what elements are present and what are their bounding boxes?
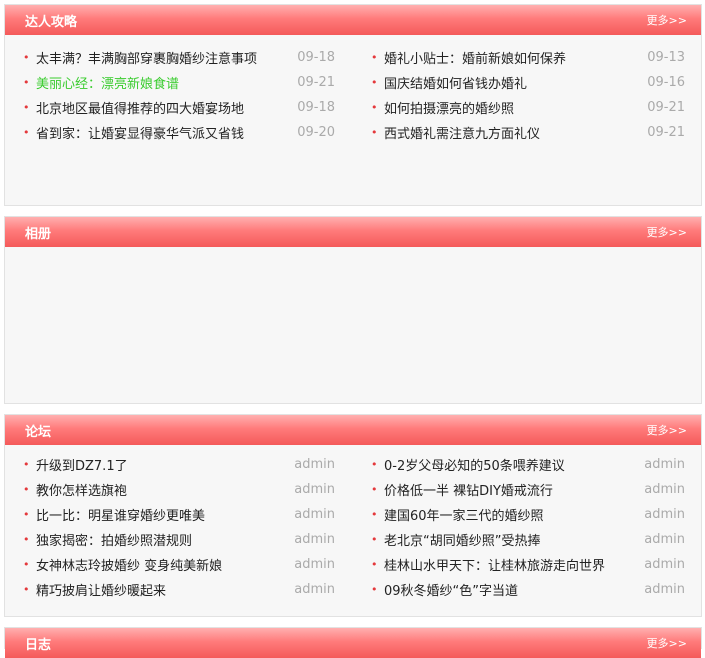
thread-link[interactable]: 桂林山水甲天下：让桂林旅游走向世界 xyxy=(384,555,637,574)
list-item: • 建国60年一家三代的婚纱照 admin xyxy=(371,502,685,527)
bullet-icon: • xyxy=(23,126,30,139)
article-link[interactable]: 北京地区最值得推荐的四大婚宴场地 xyxy=(36,98,287,117)
article-date: 09-13 xyxy=(647,50,685,65)
article-link[interactable]: 如何拍摄漂亮的婚纱照 xyxy=(384,98,637,117)
list-item: • 老北京“胡同婚纱照”受热捧 admin xyxy=(371,527,685,552)
bullet-icon: • xyxy=(23,558,30,571)
thread-author[interactable]: admin xyxy=(287,457,335,472)
bullet-icon: • xyxy=(371,558,378,571)
thread-author[interactable]: admin xyxy=(637,457,685,472)
list-item: • 婚礼小贴士：婚前新娘如何保养 09-13 xyxy=(371,45,685,70)
thread-author[interactable]: admin xyxy=(287,557,335,572)
bullet-icon: • xyxy=(23,508,30,521)
panel-title: 日志 xyxy=(25,637,52,653)
bullet-icon: • xyxy=(23,533,30,546)
thread-author[interactable]: admin xyxy=(287,482,335,497)
thread-author[interactable]: admin xyxy=(287,507,335,522)
list-item: • 0-2岁父母必知的50条喂养建议 admin xyxy=(371,452,685,477)
thread-link[interactable]: 价格低一半 裸钻DIY婚戒流行 xyxy=(384,480,637,499)
article-link[interactable]: 国庆结婚如何省钱办婚礼 xyxy=(384,73,637,92)
thread-link[interactable]: 独家揭密：拍婚纱照潜规则 xyxy=(36,530,287,549)
article-date: 09-21 xyxy=(297,75,335,90)
list-item: • 比一比：明星谁穿婚纱更唯美 admin xyxy=(23,502,335,527)
thread-link[interactable]: 0-2岁父母必知的50条喂养建议 xyxy=(384,455,637,474)
more-link[interactable]: 更多>> xyxy=(647,12,687,28)
panel-header: 相册 更多>> xyxy=(5,217,701,247)
article-date: 09-21 xyxy=(647,100,685,115)
list-item: • 国庆结婚如何省钱办婚礼 09-16 xyxy=(371,70,685,95)
list-item: • 教你怎样选旗袍 admin xyxy=(23,477,335,502)
forum-panel: 论坛 更多>> • 升级到DZ7.1了 admin • 教你怎样选旗袍 admin • 比… xyxy=(4,414,702,617)
article-date: 09-16 xyxy=(647,75,685,90)
list-item: • 美丽心经：漂亮新娘食谱 09-21 xyxy=(23,70,335,95)
thread-link[interactable]: 精巧披肩让婚纱暖起来 xyxy=(36,580,287,599)
article-link[interactable]: 西式婚礼需注意九方面礼仪 xyxy=(384,123,637,142)
thread-author[interactable]: admin xyxy=(287,582,335,597)
panel-title: 论坛 xyxy=(25,424,52,440)
article-link[interactable]: 美丽心经：漂亮新娘食谱 xyxy=(36,73,287,92)
list-item: • 价格低一半 裸钻DIY婚戒流行 admin xyxy=(371,477,685,502)
list-item: • 09秋冬婚纱“色”字当道 admin xyxy=(371,577,685,602)
more-link[interactable]: 更多>> xyxy=(647,422,687,438)
thread-link[interactable]: 09秋冬婚纱“色”字当道 xyxy=(384,580,637,599)
bullet-icon: • xyxy=(371,101,378,114)
bullet-icon: • xyxy=(23,583,30,596)
thread-link[interactable]: 比一比：明星谁穿婚纱更唯美 xyxy=(36,505,287,524)
more-link[interactable]: 更多>> xyxy=(647,224,687,240)
bullet-icon: • xyxy=(23,458,30,471)
thread-author[interactable]: admin xyxy=(287,532,335,547)
thread-link[interactable]: 女神林志玲披婚纱 变身纯美新娘 xyxy=(36,555,287,574)
bullet-icon: • xyxy=(23,51,30,64)
list-item: • 独家揭密：拍婚纱照潜规则 admin xyxy=(23,527,335,552)
thread-link[interactable]: 老北京“胡同婚纱照”受热捧 xyxy=(384,530,637,549)
bullet-icon: • xyxy=(371,126,378,139)
panel-title: 达人攻略 xyxy=(25,14,78,30)
list-item: • 如何拍摄漂亮的婚纱照 09-21 xyxy=(371,95,685,120)
panel-header: 日志 更多>> xyxy=(5,628,701,658)
bullet-icon: • xyxy=(23,483,30,496)
bullet-icon: • xyxy=(371,483,378,496)
article-link[interactable]: 婚礼小贴士：婚前新娘如何保养 xyxy=(384,48,637,67)
bullet-icon: • xyxy=(371,458,378,471)
list-item: • 北京地区最值得推荐的四大婚宴场地 09-18 xyxy=(23,95,335,120)
thread-link[interactable]: 升级到DZ7.1了 xyxy=(36,455,287,474)
expert-guide-panel: 达人攻略 更多>> • 太丰满？丰满胸部穿裹胸婚纱注意事项 09-18 • 美丽心经：… xyxy=(4,4,702,206)
list-item: • 女神林志玲披婚纱 变身纯美新娘 admin xyxy=(23,552,335,577)
blog-panel: 日志 更多>> xyxy=(4,627,702,658)
list-item: • 西式婚礼需注意九方面礼仪 09-21 xyxy=(371,120,685,145)
panel-header: 论坛 更多>> xyxy=(5,415,701,445)
list-item: • 升级到DZ7.1了 admin xyxy=(23,452,335,477)
thread-author[interactable]: admin xyxy=(637,507,685,522)
bullet-icon: • xyxy=(371,51,378,64)
bullet-icon: • xyxy=(23,76,30,89)
thread-author[interactable]: admin xyxy=(637,557,685,572)
panel-title: 相册 xyxy=(25,226,52,242)
article-link[interactable]: 省到家：让婚宴显得豪华气派又省钱 xyxy=(36,123,287,142)
list-item: • 桂林山水甲天下：让桂林旅游走向世界 admin xyxy=(371,552,685,577)
thread-author[interactable]: admin xyxy=(637,582,685,597)
bullet-icon: • xyxy=(23,101,30,114)
article-date: 09-18 xyxy=(297,100,335,115)
article-date: 09-21 xyxy=(647,125,685,140)
bullet-icon: • xyxy=(371,583,378,596)
list-item: • 省到家：让婚宴显得豪华气派又省钱 09-20 xyxy=(23,120,335,145)
list-item: • 太丰满？丰满胸部穿裹胸婚纱注意事项 09-18 xyxy=(23,45,335,70)
thread-author[interactable]: admin xyxy=(637,482,685,497)
list-item: • 精巧披肩让婚纱暖起来 admin xyxy=(23,577,335,602)
article-date: 09-20 xyxy=(297,125,335,140)
panel-header: 达人攻略 更多>> xyxy=(5,5,701,35)
bullet-icon: • xyxy=(371,76,378,89)
album-panel: 相册 更多>> xyxy=(4,216,702,404)
thread-link[interactable]: 建国60年一家三代的婚纱照 xyxy=(384,505,637,524)
bullet-icon: • xyxy=(371,533,378,546)
thread-link[interactable]: 教你怎样选旗袍 xyxy=(36,480,287,499)
article-date: 09-18 xyxy=(297,50,335,65)
article-link[interactable]: 太丰满？丰满胸部穿裹胸婚纱注意事项 xyxy=(36,48,287,67)
thread-author[interactable]: admin xyxy=(637,532,685,547)
bullet-icon: • xyxy=(371,508,378,521)
